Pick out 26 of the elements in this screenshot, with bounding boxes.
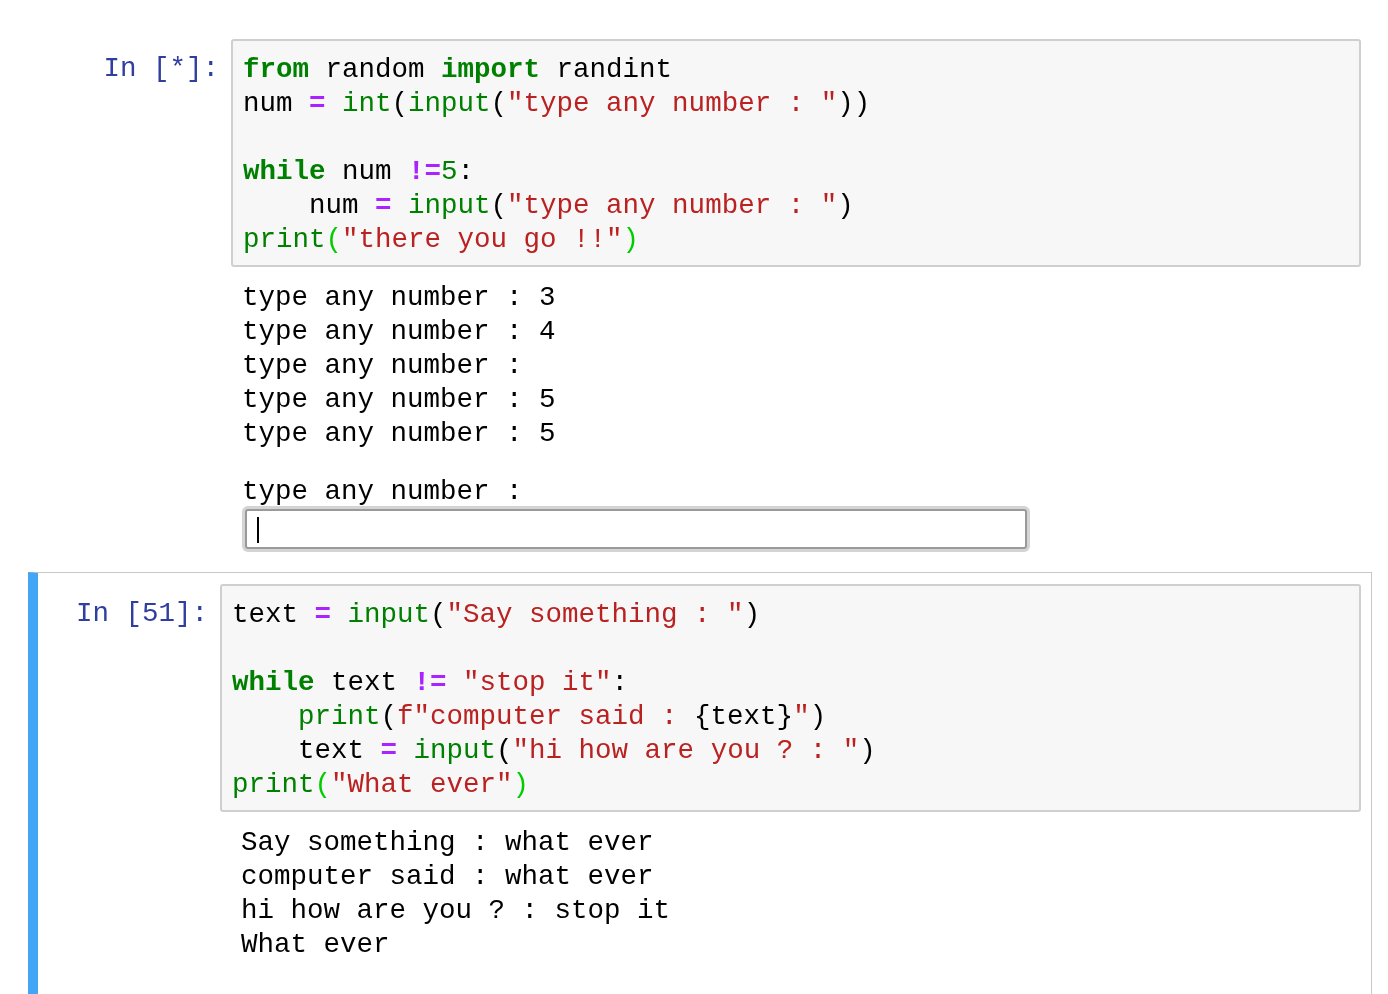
output-line: hi how are you ? : stop it [241, 894, 672, 928]
output-line: computer said : what ever [241, 860, 655, 894]
code-line: print("there you go !!") [243, 223, 641, 257]
input-prompt: In [51]: [74, 597, 209, 631]
code-line: num = input("type any number : ") [308, 189, 855, 223]
text-cursor [257, 517, 259, 543]
input-field[interactable] [245, 509, 1027, 549]
code-line: while num !=5: [243, 155, 476, 189]
output-line: type any number : [242, 475, 524, 509]
output-line: What ever [241, 928, 391, 962]
code-editor[interactable]: from random import randint num = int(input("type any number : ")) while num !=5: num = input("type any number : ") print("there you go !!") [231, 39, 1361, 267]
code-editor[interactable]: text = input("Say something : ") while text != "stop it": print(f"computer said : {text}") text = input("hi how are you ? : ") print("What ever") [220, 584, 1361, 812]
code-line: num = int(input("type any number : ")) [243, 87, 872, 121]
output-line: type any number : 3 [242, 281, 557, 315]
code-line: print(f"computer said : {text}") [297, 700, 828, 734]
code-line: text = input("Say something : ") [232, 598, 762, 632]
code-line: print("What ever") [232, 768, 531, 802]
output-line: type any number : 4 [242, 315, 557, 349]
output-line: Say something : what ever [241, 826, 655, 860]
output-line: type any number : [242, 349, 524, 383]
code-line: while text != "stop it": [232, 666, 630, 700]
output-line: type any number : 5 [242, 383, 557, 417]
input-prompt: In [*]: [102, 52, 220, 86]
code-line: from random import randint [243, 53, 674, 87]
code-line: text = input("hi how are you ? : ") [297, 734, 877, 768]
output-line: type any number : 5 [242, 417, 557, 451]
